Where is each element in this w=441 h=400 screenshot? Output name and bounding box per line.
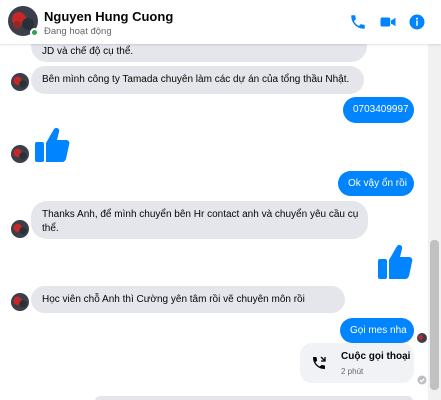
message-text: Ok vậy ổn rồi	[348, 178, 407, 189]
sent-check-icon	[417, 375, 427, 385]
incoming-message: Bên mình công ty Tamada chuyên làm các d…	[31, 66, 364, 94]
scrollbar-thumb[interactable]	[430, 240, 439, 390]
sender-avatar[interactable]	[11, 73, 29, 91]
sender-avatar[interactable]	[11, 220, 29, 238]
sender-avatar[interactable]	[11, 145, 29, 163]
message-text: Bên mình công ty Tamada chuyên làm các d…	[42, 74, 350, 85]
message-text: 0703409997	[353, 104, 409, 115]
message-text-line: Thanks Anh, để mình chuyển bên Hr contac…	[42, 209, 359, 220]
message-text: Học viên chỗ Anh thì Cường yên tâm rồi v…	[42, 294, 305, 305]
partial-message-bubble	[95, 396, 413, 400]
contact-name[interactable]: Nguyen Hung Cuong	[44, 9, 173, 24]
thumbs-up-icon	[376, 243, 414, 281]
phone-call-icon	[311, 355, 327, 371]
message-text: Gọi mes nha	[350, 325, 407, 336]
info-icon[interactable]	[407, 12, 427, 32]
video-camera-icon[interactable]	[378, 12, 398, 32]
incoming-message: Học viên chỗ Anh thì Cường yên tâm rồi v…	[31, 286, 345, 313]
outgoing-message: Gọi mes nha	[340, 318, 414, 343]
incoming-message: Thanks Anh, để mình chuyển bên Hr contac…	[31, 201, 368, 239]
seen-avatar	[417, 333, 427, 343]
voice-call-card[interactable]: Cuộc gọi thoại 2 phút	[300, 343, 414, 383]
sender-avatar[interactable]	[11, 293, 29, 311]
contact-status: Đang hoạt động	[44, 26, 112, 37]
message-text-line: thể.	[42, 223, 59, 234]
thumbs-up-icon	[33, 126, 71, 164]
call-title: Cuộc gọi thoại	[341, 351, 411, 362]
message-text: JD và chế độ cụ thể.	[42, 46, 134, 57]
online-indicator	[30, 28, 39, 37]
conversation-header: Nguyen Hung Cuong Đang hoạt động	[0, 0, 441, 44]
call-duration: 2 phút	[341, 367, 364, 376]
phone-icon[interactable]	[348, 12, 368, 32]
outgoing-message: Ok vậy ổn rồi	[338, 171, 414, 196]
outgoing-message: 0703409997	[343, 97, 414, 123]
